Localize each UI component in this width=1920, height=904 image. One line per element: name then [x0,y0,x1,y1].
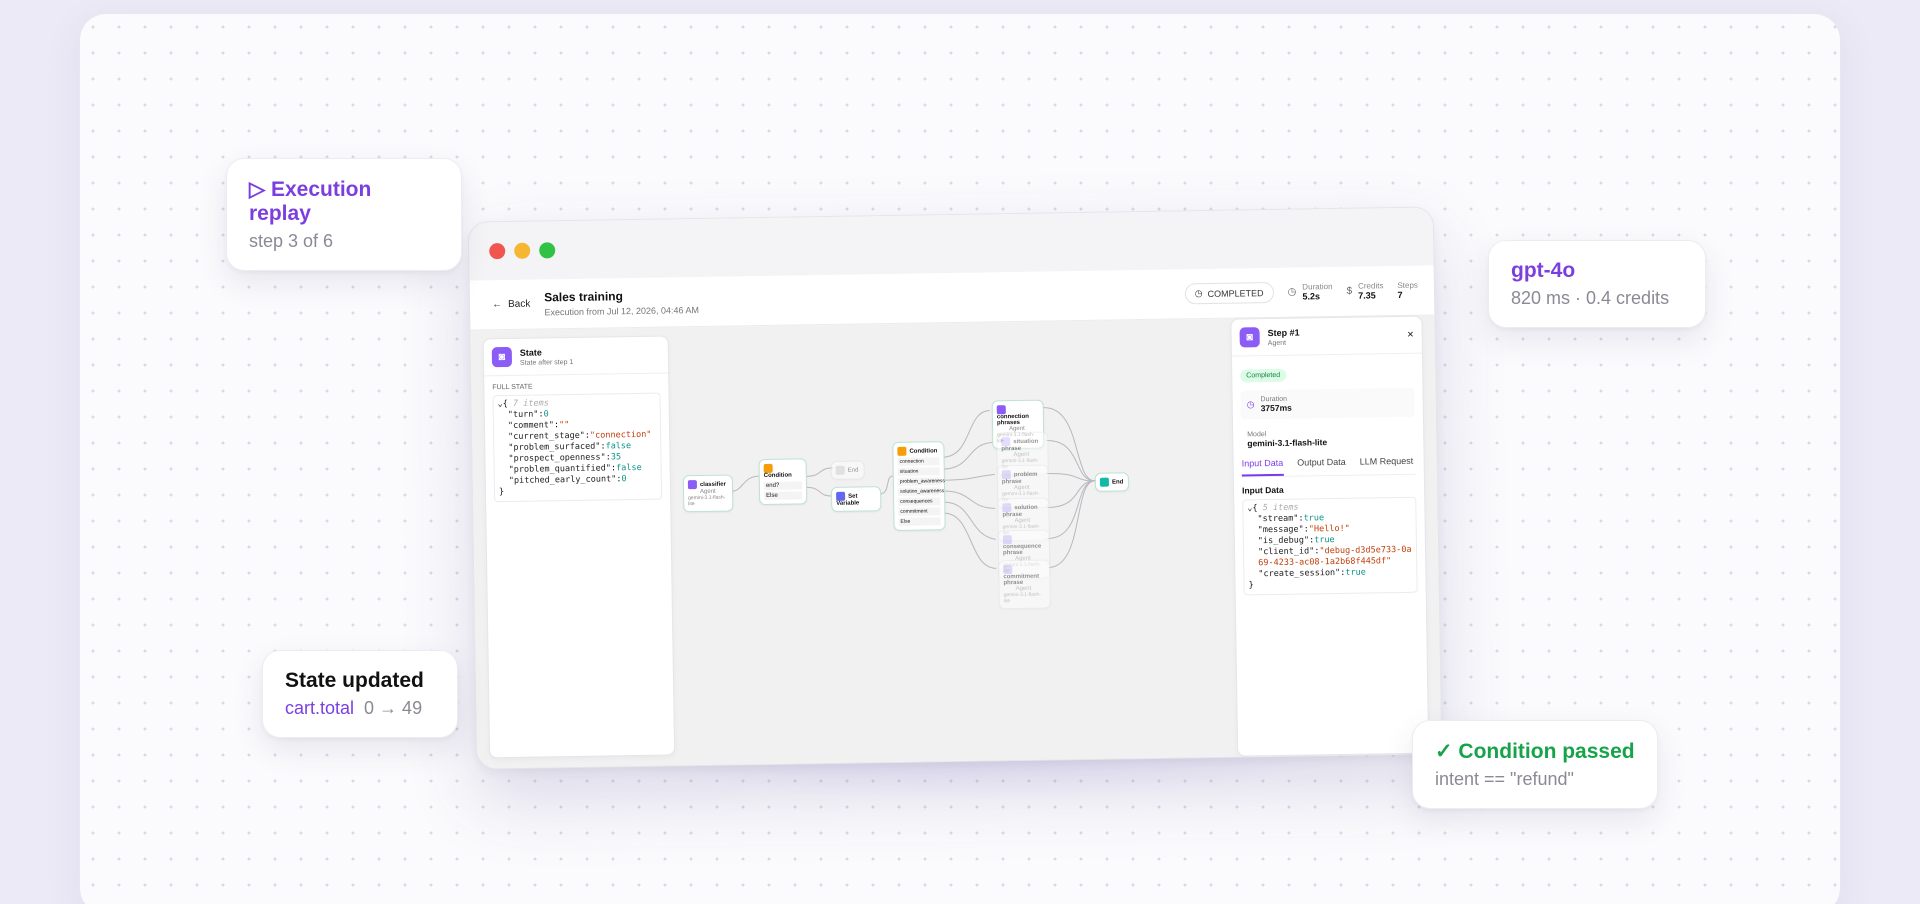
state-updated-title: State updated [285,669,424,692]
branch-icon [763,463,773,474]
node-title: classifier [699,481,726,489]
replay-card: ▷ Execution replay step 3 of 6 [226,158,462,271]
page-title: Sales training [544,289,623,305]
condition-expression: intent == "refund" [1435,769,1574,789]
robot-icon [687,480,697,490]
robot-icon [1002,503,1012,513]
node-condition-1[interactable]: Condition end? Else [758,458,808,506]
state-key: cart.total [285,698,355,718]
condition-card: ✓ Condition passed intent == "refund" [1412,720,1658,809]
node-title: End [847,467,859,474]
node-end-small[interactable]: End [830,460,865,480]
stat-label: Credits [1357,281,1384,291]
clock-icon: ◷ [1194,288,1203,299]
node-agent[interactable]: commitment phrase Agent gemini-3.1-flash-l… [998,559,1051,610]
workflow-canvas[interactable]: ◙ State State after step 1 FULL STATE ⌄{… [470,315,1442,769]
condition-row: end? [763,481,803,491]
robot-icon [1001,470,1011,480]
node-classifier[interactable]: classifier Agent gemini-3.1-flash-lite [682,474,734,513]
robot-icon [1002,535,1012,545]
graph-edges [730,407,1095,569]
condition-title: ✓ Condition passed [1435,740,1635,763]
stop-icon [1099,477,1109,487]
node-title: consequence phrase [1002,543,1042,557]
condition-row: connection [897,457,940,466]
stop-icon [835,465,845,475]
robot-icon [1001,437,1011,447]
stat-duration: ◷ Duration 5.2s [1287,282,1333,302]
node-title: Condition [909,448,938,455]
stat-label: Steps [1397,280,1418,291]
node-title: commitment phrase [1003,573,1040,587]
node-model: gemini-3.1-flash-lite [688,494,726,508]
stat-label: Duration [1302,282,1333,292]
close-window-dot[interactable] [489,243,506,260]
stat-steps: Steps 7 [1397,281,1418,300]
state-updated-card: State updated cart.total 0 → 49 [262,650,458,738]
minimize-window-dot[interactable] [514,242,531,259]
condition-row: Else [764,491,803,500]
condition-row: problem_awareness [897,477,945,486]
model-card: gpt-4o 820 ms · 0.4 credits [1488,240,1706,328]
condition-row: consequences [898,497,941,506]
execution-window: ← Back Sales training Execution from Jul… [467,206,1443,770]
variable-icon [836,491,846,501]
model-name: gpt-4o [1511,259,1576,282]
status-text: COMPLETED [1207,287,1264,299]
state-change: 0 → 49 [364,698,423,718]
node-model: gemini-3.1-flash-lite [1003,591,1041,605]
replay-step: step 3 of 6 [249,231,334,251]
node-condition-2[interactable]: Condition connection situation problem_awa… [892,441,946,531]
stat-value: 5.2s [1302,291,1321,302]
arrow-left-icon: ← [491,299,503,311]
model-metrics: 820 ms · 0.4 credits [1511,288,1670,308]
status-badge: ◷ COMPLETED [1184,281,1274,305]
stat-credits: $ Credits 7.35 [1346,281,1383,301]
node-title: Condition [763,472,792,480]
condition-row: Else [898,517,941,526]
stat-value: 7 [1397,289,1403,301]
condition-row: commitment [898,507,941,516]
stat-value: 7.35 [1358,290,1376,301]
node-title: End [1111,479,1124,486]
robot-icon [996,405,1006,415]
node-set-variable[interactable]: Set Variable [830,486,882,512]
condition-row: solution_awareness [897,487,944,496]
back-button[interactable]: ← Back [492,299,530,311]
node-title: connection phrases [996,413,1029,427]
dollar-icon: $ [1346,285,1353,297]
condition-row: situation [897,467,940,476]
back-label: Back [507,298,531,310]
replay-title: ▷ Execution replay [249,178,372,225]
branch-icon [897,446,907,456]
robot-icon [1003,565,1013,575]
page-subtitle: Execution from Jul 12, 2026, 04:46 AM [544,304,700,318]
clock-icon: ◷ [1287,286,1297,298]
maximize-window-dot[interactable] [539,242,556,259]
node-end[interactable]: End [1094,472,1130,492]
